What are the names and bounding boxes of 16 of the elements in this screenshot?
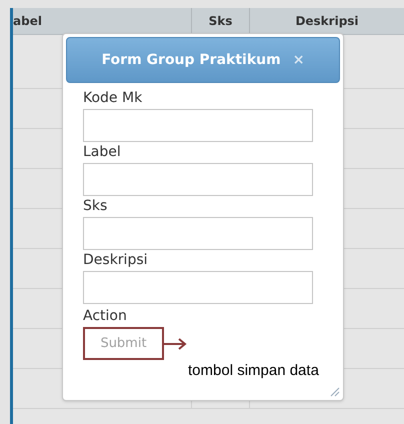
input-field[interactable] xyxy=(83,109,313,142)
field-label: Sks xyxy=(83,197,108,216)
column-header: abel xyxy=(13,13,43,30)
input-field[interactable] xyxy=(83,163,313,196)
close-button[interactable]: × xyxy=(292,53,304,67)
annotation-text: tombol simpan data xyxy=(188,361,319,381)
field-label: Kode Mk xyxy=(83,89,144,108)
input-field[interactable] xyxy=(83,217,313,250)
input-field[interactable] xyxy=(83,271,313,304)
resize-handle-icon xyxy=(330,387,340,397)
dialog-title: Form Group Praktikum xyxy=(102,50,281,70)
submit-button[interactable]: Submit xyxy=(83,327,164,360)
field-label: Label xyxy=(83,143,122,162)
field-label: Deskripsi xyxy=(83,251,149,270)
arrow-icon xyxy=(164,336,188,350)
action-label: Action xyxy=(83,307,128,326)
